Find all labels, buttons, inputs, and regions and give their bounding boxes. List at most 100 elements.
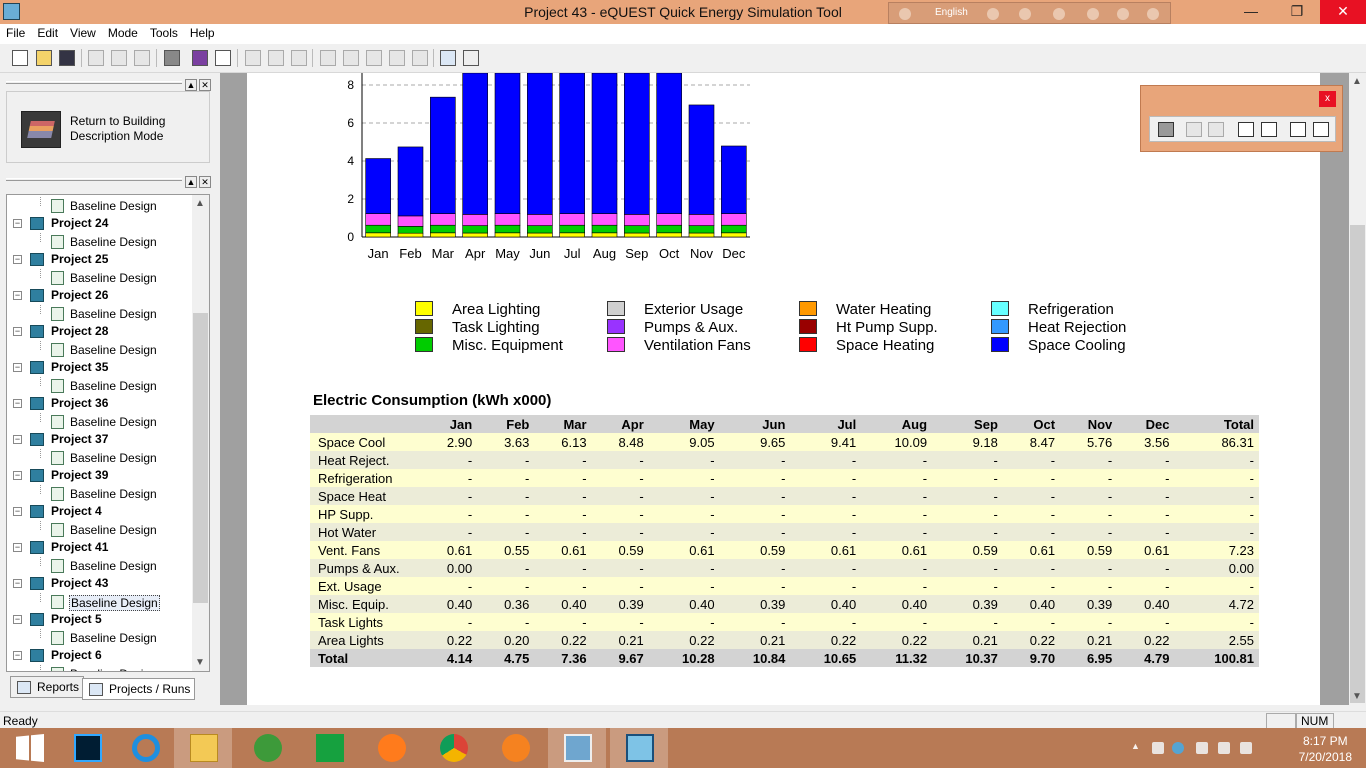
print-icon[interactable] xyxy=(164,50,180,66)
zoom-in-icon[interactable] xyxy=(1261,122,1277,137)
tree-scrollbar[interactable]: ▲ ▼ xyxy=(192,195,209,671)
tree-run-item[interactable]: Baseline Design xyxy=(7,305,193,323)
tab-projects-runs[interactable]: Projects / Runs xyxy=(82,678,196,700)
building-icon[interactable] xyxy=(21,111,61,148)
collapse-icon[interactable]: − xyxy=(13,543,22,552)
scroll-down-icon[interactable]: ▼ xyxy=(1352,691,1362,702)
return-to-building-panel[interactable]: Return to Building Description Mode xyxy=(6,91,210,163)
tree-project-item[interactable]: − Project 28 xyxy=(7,323,193,341)
panel-close-icon[interactable]: ✕ xyxy=(199,79,211,91)
tree-run-item[interactable]: Baseline Design xyxy=(7,377,193,395)
tree-run-item[interactable]: Baseline Design xyxy=(7,233,193,251)
panel-close-icon[interactable]: ✕ xyxy=(199,176,211,188)
tree-run-item[interactable]: Baseline Design xyxy=(7,557,193,575)
store-icon[interactable] xyxy=(300,728,358,768)
tree-run-item[interactable]: Baseline Design xyxy=(7,521,193,539)
menu-view[interactable]: View xyxy=(64,24,102,40)
tree-project-item[interactable]: − Project 43 xyxy=(7,575,193,593)
firefox-icon[interactable] xyxy=(362,728,420,768)
tree-project-item[interactable]: − Project 6 xyxy=(7,647,193,665)
gear-icon[interactable] xyxy=(389,50,405,66)
lang-tool-icon[interactable] xyxy=(1019,8,1031,20)
tree-project-item[interactable]: − Project 24 xyxy=(7,215,193,233)
tree-run-item[interactable]: Baseline Design xyxy=(7,269,193,287)
zoom-toolbar-close-button[interactable]: x xyxy=(1319,91,1336,107)
menu-help[interactable]: Help xyxy=(184,24,221,40)
zoom-out-icon[interactable] xyxy=(1238,122,1254,137)
collapse-icon[interactable]: − xyxy=(13,291,22,300)
open-icon[interactable] xyxy=(36,50,52,66)
tree-project-item[interactable]: − Project 37 xyxy=(7,431,193,449)
chevron-up-icon[interactable]: ▲ xyxy=(1131,741,1143,753)
tree-run-item[interactable]: Baseline Design xyxy=(7,413,193,431)
minimize-button[interactable]: — xyxy=(1228,0,1274,24)
panel-collapse-icon[interactable]: ▲ xyxy=(185,79,197,91)
edge-icon[interactable] xyxy=(1087,8,1099,20)
cut-icon[interactable] xyxy=(88,50,104,66)
fit-width-icon[interactable] xyxy=(1290,122,1306,137)
ok-icon[interactable] xyxy=(343,50,359,66)
scroll-down-icon[interactable]: ▼ xyxy=(195,657,205,668)
app-tray-icon[interactable] xyxy=(1172,742,1184,754)
clock[interactable]: 8:17 PM 7/20/2018 xyxy=(1299,733,1352,765)
tree-run-item[interactable]: Baseline Design xyxy=(7,341,193,359)
file-explorer-icon[interactable] xyxy=(174,728,232,768)
save-icon[interactable] xyxy=(59,50,75,66)
network-icon[interactable] xyxy=(1196,742,1208,754)
collapse-icon[interactable]: − xyxy=(13,507,22,516)
tree-project-item[interactable]: − Project 4 xyxy=(7,503,193,521)
uc-browser-icon[interactable] xyxy=(486,728,544,768)
image-icon[interactable] xyxy=(463,50,479,66)
previous-page-icon[interactable] xyxy=(1186,122,1202,137)
volume-icon[interactable] xyxy=(1218,742,1230,754)
edit-icon[interactable] xyxy=(268,50,284,66)
tree-project-item[interactable]: − Project 39 xyxy=(7,467,193,485)
return-to-building-label[interactable]: Return to Building Description Mode xyxy=(70,114,200,144)
tree-project-item[interactable]: − Project 35 xyxy=(7,359,193,377)
reports-icon[interactable] xyxy=(440,50,456,66)
tree-project-item[interactable]: − Project 41 xyxy=(7,539,193,557)
ime-tray-icon[interactable] xyxy=(1240,742,1252,754)
help-icon[interactable] xyxy=(215,50,231,66)
collapse-icon[interactable]: − xyxy=(13,327,22,336)
globe-icon[interactable] xyxy=(238,728,296,768)
projects-tree[interactable]: Baseline Design − Project 24 Baseline Desig… xyxy=(6,194,210,672)
print-icon[interactable] xyxy=(1158,122,1174,137)
new-icon[interactable] xyxy=(12,50,28,66)
photoshop-icon[interactable] xyxy=(58,728,116,768)
help-icon[interactable] xyxy=(1117,8,1129,20)
internet-explorer-icon[interactable] xyxy=(116,728,174,768)
info-icon[interactable] xyxy=(1147,8,1159,20)
scroll-thumb[interactable] xyxy=(193,313,208,603)
collapse-icon[interactable]: − xyxy=(13,471,22,480)
pencil-icon[interactable] xyxy=(412,50,428,66)
collapse-icon[interactable]: − xyxy=(13,651,22,660)
restore-button[interactable]: ❐ xyxy=(1274,0,1320,24)
tree-run-item[interactable]: Baseline Design xyxy=(7,665,193,671)
report-scrollbar[interactable]: ▲ ▼ xyxy=(1349,73,1366,705)
tree-run-item[interactable]: Baseline Design xyxy=(7,593,193,611)
tree-run-item[interactable]: Baseline Design xyxy=(7,197,193,215)
collapse-icon[interactable]: − xyxy=(13,435,22,444)
language-label[interactable]: English xyxy=(935,7,968,18)
wizard-icon[interactable] xyxy=(245,50,261,66)
scroll-up-icon[interactable]: ▲ xyxy=(195,198,205,209)
flag-icon[interactable] xyxy=(1152,742,1164,754)
language-bar[interactable]: English xyxy=(888,2,1171,24)
panel-grip[interactable] xyxy=(6,81,182,84)
collapse-icon[interactable]: − xyxy=(13,579,22,588)
tree-run-item[interactable]: Baseline Design xyxy=(7,485,193,503)
panel-collapse-icon[interactable]: ▲ xyxy=(185,176,197,188)
scroll-up-icon[interactable]: ▲ xyxy=(1352,76,1362,87)
close-button[interactable]: ✕ xyxy=(1320,0,1366,24)
menu-edit[interactable]: Edit xyxy=(31,24,64,40)
scroll-thumb[interactable] xyxy=(1350,225,1365,703)
delete-icon[interactable] xyxy=(291,50,307,66)
ime-icon[interactable] xyxy=(899,8,911,20)
copy-icon[interactable] xyxy=(111,50,127,66)
settings-icon[interactable] xyxy=(1053,8,1065,20)
menu-file[interactable]: File xyxy=(0,24,31,40)
tree-project-item[interactable]: − Project 25 xyxy=(7,251,193,269)
collapse-icon[interactable]: − xyxy=(13,255,22,264)
next-page-icon[interactable] xyxy=(1208,122,1224,137)
